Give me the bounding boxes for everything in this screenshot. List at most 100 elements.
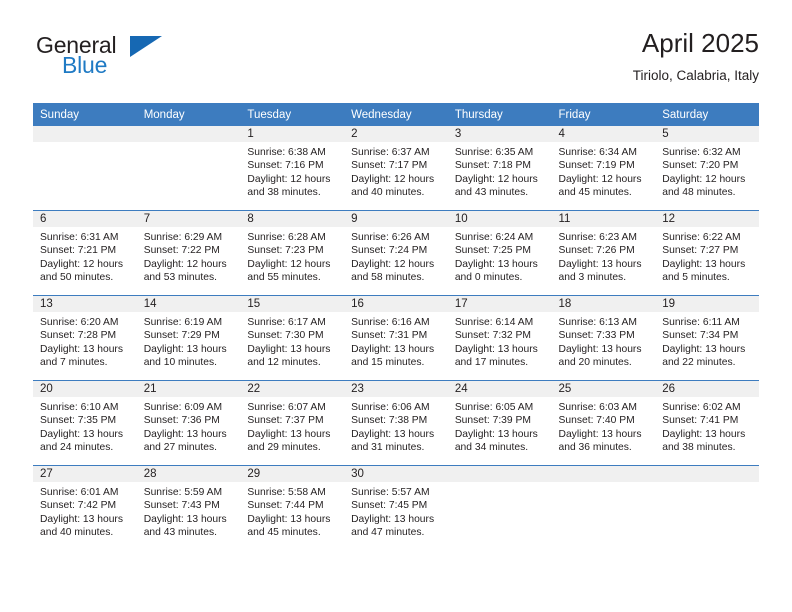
calendar-day-cell[interactable]: 27 Sunrise: 6:01 AM Sunset: 7:42 PM Dayligh… [33, 465, 137, 550]
day-number: 13 [33, 296, 137, 312]
general-blue-logo[interactable]: General Blue [33, 32, 253, 92]
calendar-cell-empty [655, 465, 759, 550]
calendar-day-cell[interactable]: 18 Sunrise: 6:13 AM Sunset: 7:33 PM Dayligh… [551, 295, 656, 381]
calendar-grid: Sunday Monday Tuesday Wednesday Thursday… [33, 103, 759, 550]
calendar-day-cell[interactable]: 22 Sunrise: 6:07 AM Sunset: 7:37 PM Dayligh… [240, 380, 345, 466]
day-number: 11 [551, 211, 656, 227]
calendar-day-cell[interactable]: 12 Sunrise: 6:22 AM Sunset: 7:27 PM Dayligh… [655, 210, 759, 296]
day-cell-inner: 7 Sunrise: 6:29 AM Sunset: 7:22 PM Daylight… [136, 211, 241, 295]
calendar-day-cell[interactable]: 16 Sunrise: 6:16 AM Sunset: 7:31 PM Dayligh… [344, 295, 448, 381]
day-cell-inner: 8 Sunrise: 6:28 AM Sunset: 7:23 PM Daylight… [240, 211, 345, 295]
day-detail-daylight-1: Daylight: 13 hours [662, 343, 746, 355]
day-detail-daylight-2: and 45 minutes. [558, 187, 632, 199]
calendar-day-cell[interactable]: 2 Sunrise: 6:37 AM Sunset: 7:17 PM Daylight… [344, 126, 448, 211]
calendar-day-cell[interactable]: 23 Sunrise: 6:06 AM Sunset: 7:38 PM Dayligh… [344, 380, 448, 466]
day-detail-sunset: Sunset: 7:43 PM [143, 500, 220, 512]
day-detail-sunrise: Sunrise: 6:31 AM [40, 232, 119, 243]
day-detail-daylight-2: and 43 minutes. [143, 527, 217, 539]
day-cell-inner [447, 466, 552, 550]
day-details: Sunrise: 6:23 AM Sunset: 7:26 PM Daylight:… [552, 227, 656, 285]
calendar-day-cell[interactable]: 7 Sunrise: 6:29 AM Sunset: 7:22 PM Daylight… [136, 210, 241, 296]
day-cell-inner: 9 Sunrise: 6:26 AM Sunset: 7:24 PM Daylight… [344, 211, 448, 295]
day-detail-daylight-1: Daylight: 13 hours [40, 513, 123, 525]
calendar-day-cell[interactable]: 17 Sunrise: 6:14 AM Sunset: 7:32 PM Dayligh… [447, 295, 552, 381]
day-number: 1 [240, 126, 345, 142]
day-detail-sunset: Sunset: 7:33 PM [558, 330, 635, 342]
day-detail-sunset: Sunset: 7:32 PM [454, 330, 531, 342]
calendar-day-cell[interactable]: 21 Sunrise: 6:09 AM Sunset: 7:36 PM Dayligh… [136, 380, 241, 466]
calendar-day-cell[interactable]: 1 Sunrise: 6:38 AM Sunset: 7:16 PM Daylight… [240, 126, 345, 211]
calendar-day-cell[interactable]: 13 Sunrise: 6:20 AM Sunset: 7:28 PM Dayligh… [33, 295, 137, 381]
day-detail-daylight-2: and 3 minutes. [558, 272, 627, 284]
day-detail-sunset: Sunset: 7:42 PM [40, 500, 117, 512]
day-detail-daylight-2: and 40 minutes. [351, 187, 425, 199]
calendar-day-cell[interactable]: 5 Sunrise: 6:32 AM Sunset: 7:20 PM Daylight… [655, 126, 759, 211]
day-detail-sunrise: Sunrise: 6:22 AM [662, 232, 741, 243]
day-detail-sunrise: Sunrise: 6:09 AM [143, 402, 223, 413]
calendar-day-cell[interactable]: 20 Sunrise: 6:10 AM Sunset: 7:35 PM Dayligh… [33, 380, 137, 466]
logo-text-blue: Blue [62, 52, 108, 78]
day-detail-sunrise: Sunrise: 6:16 AM [351, 317, 430, 328]
day-details: Sunrise: 6:09 AM Sunset: 7:36 PM Daylight:… [137, 397, 241, 455]
day-detail-sunset: Sunset: 7:20 PM [662, 160, 739, 172]
day-detail-daylight-1: Daylight: 13 hours [143, 513, 227, 525]
calendar-day-cell[interactable]: 10 Sunrise: 6:24 AM Sunset: 7:25 PM Dayligh… [447, 210, 552, 296]
day-detail-sunset: Sunset: 7:16 PM [247, 160, 324, 172]
day-detail-sunset: Sunset: 7:40 PM [558, 415, 635, 427]
day-cell-inner: 28 Sunrise: 5:59 AM Sunset: 7:43 PM Dayligh… [136, 466, 241, 550]
calendar-day-cell[interactable]: 8 Sunrise: 6:28 AM Sunset: 7:23 PM Daylight… [240, 210, 345, 296]
day-details: Sunrise: 6:06 AM Sunset: 7:38 PM Daylight:… [344, 397, 448, 455]
day-number: 25 [551, 381, 656, 397]
day-detail-sunset: Sunset: 7:31 PM [351, 330, 428, 342]
calendar-day-cell[interactable]: 28 Sunrise: 5:59 AM Sunset: 7:43 PM Dayligh… [136, 465, 241, 550]
day-detail-sunset: Sunset: 7:41 PM [662, 415, 739, 427]
calendar-day-cell[interactable]: 15 Sunrise: 6:17 AM Sunset: 7:30 PM Dayligh… [240, 295, 345, 381]
day-detail-daylight-1: Daylight: 13 hours [454, 343, 538, 355]
day-details: Sunrise: 6:16 AM Sunset: 7:31 PM Daylight:… [344, 312, 448, 370]
day-detail-daylight-2: and 50 minutes. [40, 272, 114, 284]
day-detail-daylight-2: and 10 minutes. [143, 357, 217, 369]
calendar-day-cell[interactable]: 11 Sunrise: 6:23 AM Sunset: 7:26 PM Dayligh… [551, 210, 656, 296]
day-details: Sunrise: 6:13 AM Sunset: 7:33 PM Daylight:… [552, 312, 656, 370]
day-cell-inner [33, 126, 137, 210]
calendar-day-cell[interactable]: 14 Sunrise: 6:19 AM Sunset: 7:29 PM Dayligh… [136, 295, 241, 381]
calendar-day-cell[interactable]: 6 Sunrise: 6:31 AM Sunset: 7:21 PM Daylight… [33, 210, 137, 296]
calendar-day-cell[interactable]: 4 Sunrise: 6:34 AM Sunset: 7:19 PM Daylight… [551, 126, 656, 211]
day-detail-sunrise: Sunrise: 6:13 AM [558, 317, 637, 328]
calendar-day-cell[interactable]: 30 Sunrise: 5:57 AM Sunset: 7:45 PM Dayligh… [344, 465, 448, 550]
day-details: Sunrise: 6:07 AM Sunset: 7:37 PM Daylight:… [240, 397, 344, 455]
day-cell-inner: 17 Sunrise: 6:14 AM Sunset: 7:32 PM Dayligh… [447, 296, 552, 380]
day-detail-sunset: Sunset: 7:30 PM [247, 330, 324, 342]
day-detail-sunrise: Sunrise: 6:32 AM [662, 147, 741, 158]
calendar-week-row: 20 Sunrise: 6:10 AM Sunset: 7:35 PM Dayligh… [33, 380, 759, 466]
calendar-day-cell[interactable]: 3 Sunrise: 6:35 AM Sunset: 7:18 PM Daylight… [447, 126, 552, 211]
day-detail-sunrise: Sunrise: 6:02 AM [662, 402, 741, 413]
day-cell-inner: 2 Sunrise: 6:37 AM Sunset: 7:17 PM Daylight… [344, 126, 448, 210]
day-detail-sunrise: Sunrise: 6:37 AM [351, 147, 430, 158]
day-cell-inner: 20 Sunrise: 6:10 AM Sunset: 7:35 PM Dayligh… [33, 381, 137, 465]
calendar-day-cell[interactable]: 19 Sunrise: 6:11 AM Sunset: 7:34 PM Dayligh… [655, 295, 759, 381]
day-detail-daylight-2: and 22 minutes. [662, 357, 736, 369]
calendar-day-cell[interactable]: 24 Sunrise: 6:05 AM Sunset: 7:39 PM Dayligh… [447, 380, 552, 466]
day-detail-sunrise: Sunrise: 6:07 AM [247, 402, 326, 413]
day-detail-daylight-1: Daylight: 13 hours [143, 343, 227, 355]
day-detail-daylight-2: and 58 minutes. [351, 272, 425, 284]
day-detail-sunset: Sunset: 7:39 PM [454, 415, 531, 427]
day-cell-inner: 12 Sunrise: 6:22 AM Sunset: 7:27 PM Dayligh… [655, 211, 759, 295]
day-details: Sunrise: 6:17 AM Sunset: 7:30 PM Daylight:… [240, 312, 344, 370]
calendar-day-cell[interactable]: 26 Sunrise: 6:02 AM Sunset: 7:41 PM Dayligh… [655, 380, 759, 466]
day-detail-daylight-1: Daylight: 13 hours [454, 258, 538, 270]
calendar-day-cell[interactable]: 29 Sunrise: 5:58 AM Sunset: 7:44 PM Dayligh… [240, 465, 345, 550]
day-detail-sunset: Sunset: 7:34 PM [662, 330, 739, 342]
day-detail-sunrise: Sunrise: 5:59 AM [143, 487, 223, 498]
calendar-day-cell[interactable]: 25 Sunrise: 6:03 AM Sunset: 7:40 PM Dayligh… [551, 380, 656, 466]
day-cell-inner: 1 Sunrise: 6:38 AM Sunset: 7:16 PM Daylight… [240, 126, 345, 210]
day-detail-sunrise: Sunrise: 6:01 AM [40, 487, 119, 498]
day-detail-sunrise: Sunrise: 6:34 AM [558, 147, 637, 158]
day-detail-daylight-1: Daylight: 13 hours [247, 428, 331, 440]
day-cell-inner: 19 Sunrise: 6:11 AM Sunset: 7:34 PM Dayligh… [655, 296, 759, 380]
calendar-day-cell[interactable]: 9 Sunrise: 6:26 AM Sunset: 7:24 PM Daylight… [344, 210, 448, 296]
logo-triangle-icon [130, 36, 162, 57]
day-detail-sunset: Sunset: 7:23 PM [247, 245, 324, 257]
day-detail-daylight-1: Daylight: 13 hours [351, 428, 435, 440]
